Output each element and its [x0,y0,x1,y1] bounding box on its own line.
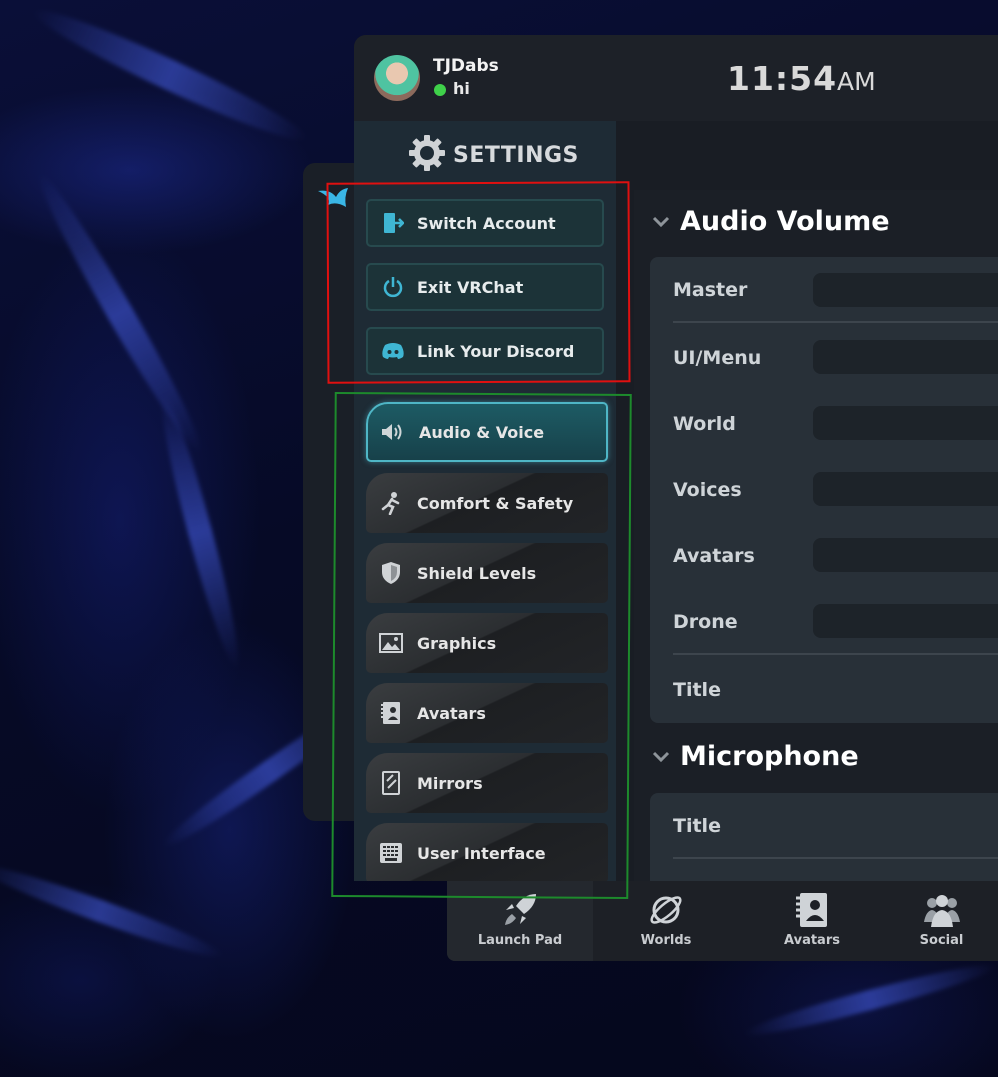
gear-icon [407,133,447,177]
header-bar: TJDabs hi 11:54AM [354,35,998,121]
clock-time: 11:54 [727,59,838,98]
tab-label: Worlds [640,933,692,948]
microphone-card: Title [650,793,998,881]
clock: 11:54AM [727,59,876,98]
section-title: Audio Volume [680,206,890,237]
tab-social[interactable]: Social [885,881,998,961]
row-label-title: Title [673,815,721,837]
clock-ampm: AM [837,67,876,96]
annotation-red-box [326,181,631,384]
username: TJDabs [433,56,499,76]
divider [673,653,998,655]
status-text: hi [453,79,470,98]
divider [673,321,998,323]
status-online-dot [434,84,446,96]
world-volume-slider[interactable] [813,406,998,440]
settings-content[interactable]: Audio Volume Master UI/Menu World Voices… [634,190,998,881]
planet-icon [646,891,686,929]
audio-volume-card: Master UI/Menu World Voices Avatars Dron… [650,257,998,723]
microphone-header[interactable]: Microphone [650,741,859,772]
tab-label: Social [919,933,964,948]
avatar-card-icon [792,891,832,929]
voices-volume-slider[interactable] [813,472,998,506]
row-label-master: Master [673,279,748,301]
ui-menu-volume-slider[interactable] [813,340,998,374]
avatar[interactable] [374,55,420,101]
annotation-green-box [331,391,632,900]
chevron-down-icon [650,211,672,233]
avatars-volume-slider[interactable] [813,538,998,572]
row-label-ui-menu: UI/Menu [673,347,762,369]
row-label-voices: Voices [673,479,742,501]
tab-label: Launch Pad [477,933,563,948]
audio-volume-header[interactable]: Audio Volume [650,206,890,237]
row-label-avatars: Avatars [673,545,755,567]
tab-label: Avatars [784,933,840,948]
row-label-drone: Drone [673,611,738,633]
chevron-down-icon [650,746,672,768]
divider [673,857,998,859]
settings-title: SETTINGS [453,142,579,168]
settings-heading: SETTINGS [407,133,579,177]
tab-avatars[interactable]: Avatars [739,881,885,961]
master-volume-slider[interactable] [813,273,998,307]
people-icon [922,891,962,929]
drone-volume-slider[interactable] [813,604,998,638]
row-label-title: Title [673,679,721,701]
row-label-world: World [673,413,736,435]
section-title: Microphone [680,741,859,772]
